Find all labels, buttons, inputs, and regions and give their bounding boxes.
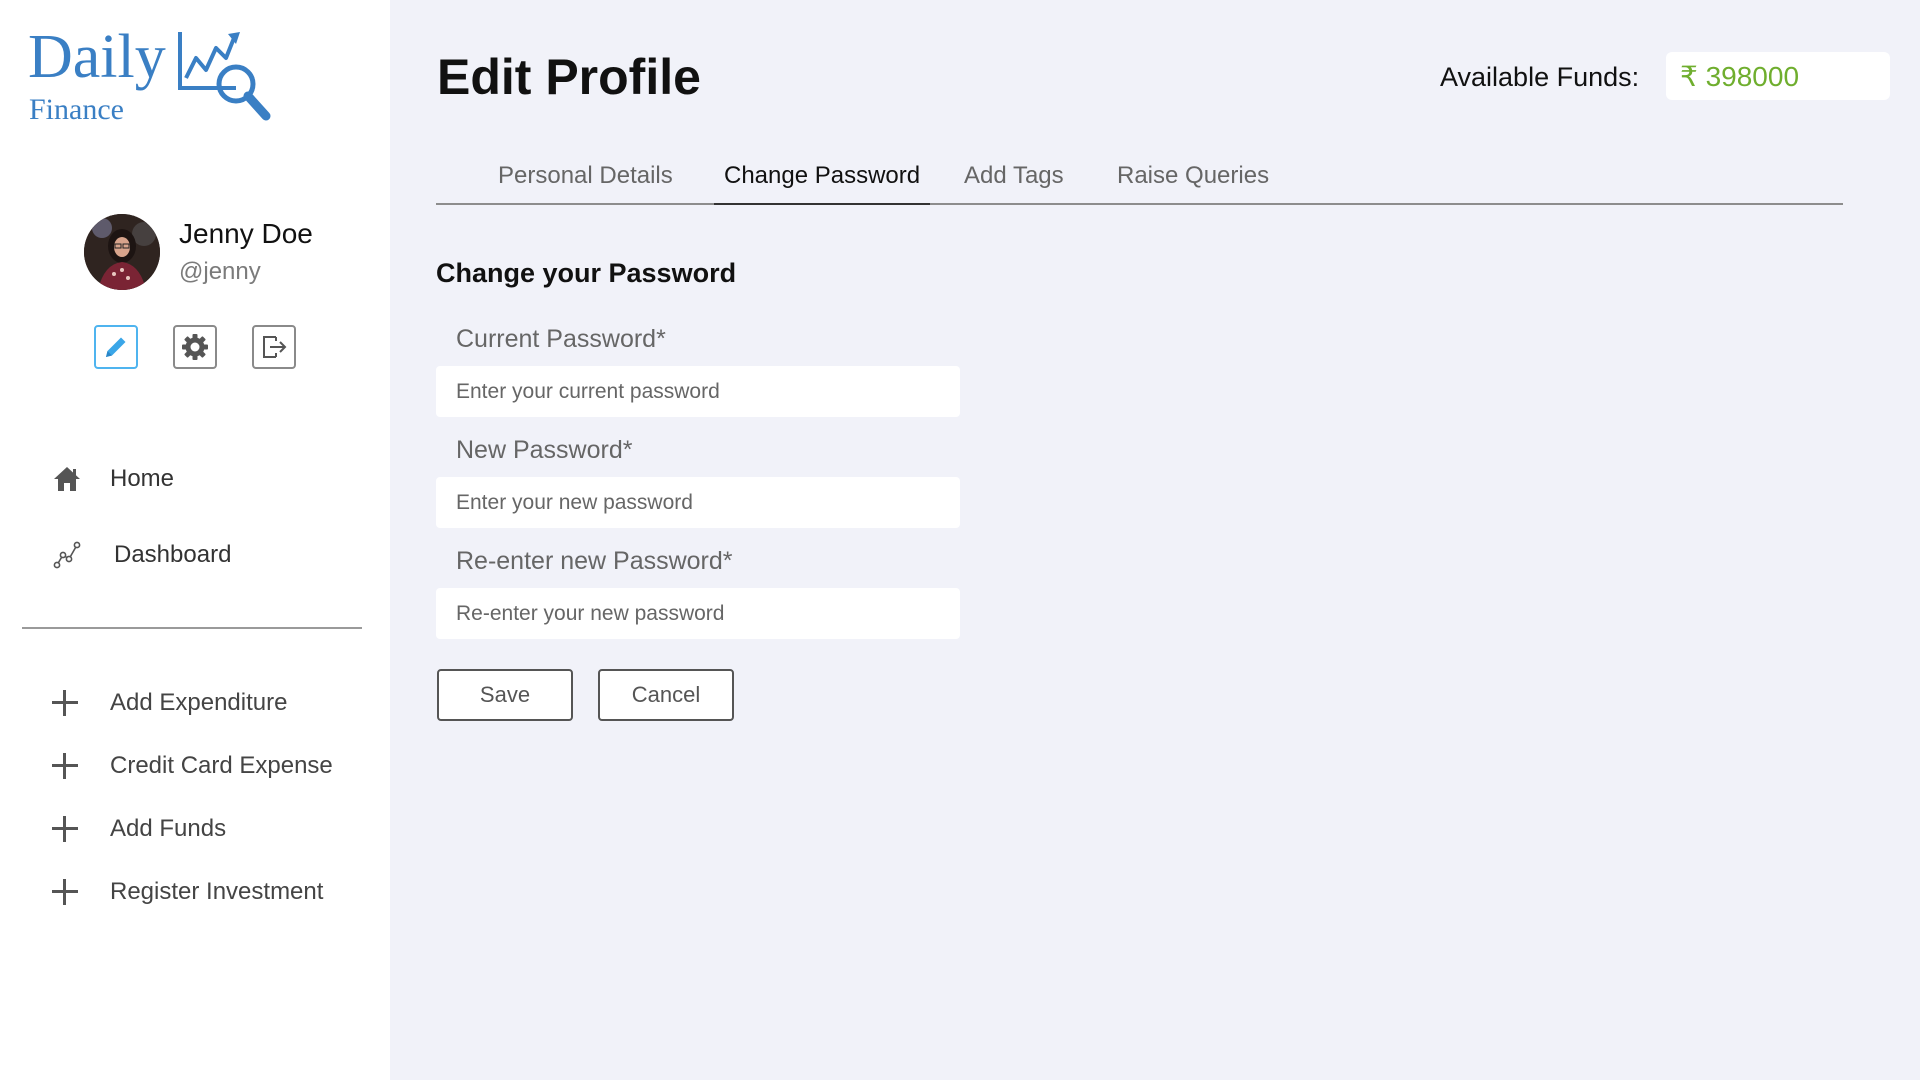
action-label: Add Expenditure [110,689,288,716]
tab-change-password[interactable]: Change Password [714,162,931,205]
gear-icon [182,334,208,360]
current-password-label: Current Password* [456,325,666,353]
section-title: Change your Password [436,258,737,288]
register-investment-button[interactable]: Register Investment [50,872,323,912]
new-password-input[interactable] [436,477,960,528]
sidebar: Daily Finance Jenny Doe @jenny Home Dash… [0,0,390,1080]
current-password-input[interactable] [436,366,960,417]
tab-personal-details[interactable]: Personal Details [498,162,673,205]
plus-icon [50,688,80,718]
chart-magnifier-icon [178,32,271,121]
add-expenditure-button[interactable]: Add Expenditure [50,683,287,723]
plus-icon [50,751,80,781]
new-password-label: New Password* [456,436,633,464]
tab-raise-queries[interactable]: Raise Queries [1117,162,1269,205]
edit-profile-button[interactable] [94,325,138,369]
chart-line-icon [50,538,84,572]
nav-item-dashboard[interactable]: Dashboard [50,535,231,575]
cancel-button[interactable]: Cancel [598,669,734,721]
brand-name-daily: Daily [28,23,166,91]
tab-add-tags[interactable]: Add Tags [964,162,1064,205]
available-funds-badge: ₹ 398000 [1666,52,1890,100]
logout-button[interactable] [252,325,296,369]
avatar-image [84,214,160,290]
plus-icon [50,877,80,907]
action-label: Register Investment [110,878,324,905]
user-handle: @jenny [179,258,261,285]
settings-button[interactable] [173,325,217,369]
save-button[interactable]: Save [437,669,573,721]
credit-card-expense-button[interactable]: Credit Card Expense [50,746,333,786]
sidebar-divider [22,627,362,629]
add-funds-button[interactable]: Add Funds [50,809,226,849]
confirm-password-label: Re-enter new Password* [456,547,733,575]
available-funds-label: Available Funds: [1440,62,1640,92]
confirm-password-input[interactable] [436,588,960,639]
home-icon [50,462,84,496]
plus-icon [50,814,80,844]
page-title: Edit Profile [437,49,701,105]
nav-item-home[interactable]: Home [50,459,174,499]
brand-logo[interactable]: Daily Finance [28,26,288,126]
logout-icon [263,336,287,358]
action-label: Add Funds [110,815,227,842]
pencil-icon [106,337,126,357]
action-label: Credit Card Expense [110,752,333,779]
user-profile: Jenny Doe @jenny [84,214,364,294]
brand-name-finance: Finance [29,93,124,126]
nav-item-label: Dashboard [114,541,232,568]
profile-tabs: Personal Details Change Password Add Tag… [436,150,1843,205]
user-name: Jenny Doe [179,218,313,249]
nav-item-label: Home [110,465,175,492]
available-funds-value: ₹ 398000 [1680,60,1800,92]
avatar[interactable] [84,214,160,290]
